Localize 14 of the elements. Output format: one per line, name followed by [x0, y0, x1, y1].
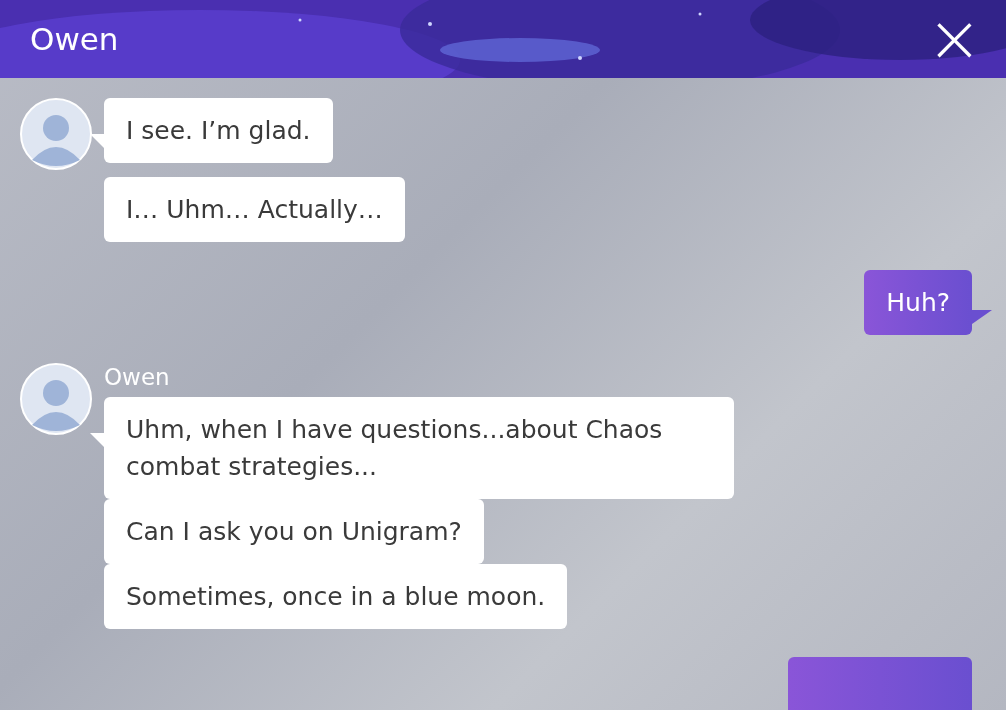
bubble-tail	[90, 134, 104, 148]
message-bubble: Can I ask you on Unigram?	[104, 499, 484, 564]
message-bubble: I… Uhm… Actually…	[104, 177, 405, 242]
bubble-tail	[90, 433, 104, 447]
window-title: Owen	[30, 21, 119, 57]
message-bubble: Uhm, when I have questions...about Chaos combat strategies...	[104, 397, 734, 499]
avatar-icon	[20, 363, 92, 435]
sender-name: Owen	[104, 363, 170, 391]
message-bubble: I see. I’m glad.	[104, 98, 333, 163]
message-bubble: Sometimes, once in a blue moon.	[104, 564, 568, 629]
bubble-tail	[972, 310, 992, 324]
avatar-icon	[20, 98, 92, 170]
message-bubble: Huh?	[864, 270, 972, 335]
close-button[interactable]: ×	[922, 9, 986, 69]
